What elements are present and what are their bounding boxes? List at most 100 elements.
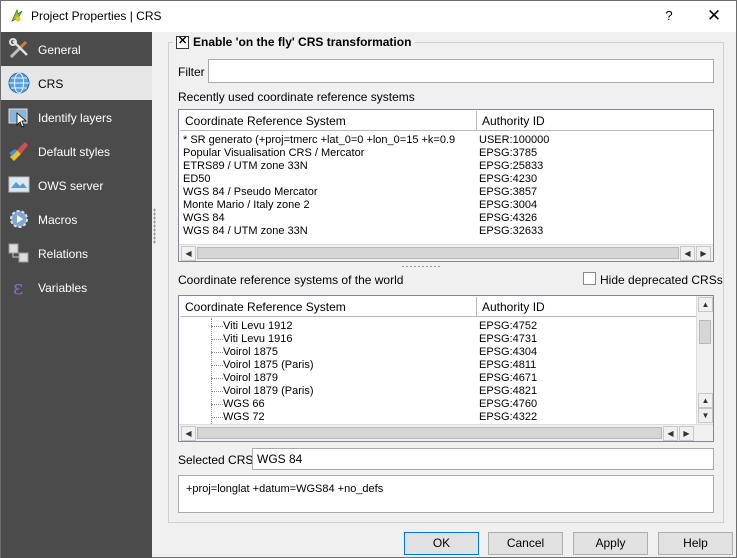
filter-input[interactable] — [208, 59, 714, 83]
recent-row-id[interactable]: EPSG:25833 — [479, 160, 543, 173]
recent-row-name[interactable]: ED50 — [183, 173, 475, 186]
recent-row-id[interactable]: EPSG:3857 — [479, 186, 537, 199]
svg-text:ε: ε — [13, 275, 23, 299]
splitter-handle[interactable] — [153, 208, 156, 244]
sidebar-item-crs[interactable]: CRS — [1, 66, 152, 100]
scroll-down-icon[interactable]: ▼ — [698, 408, 713, 423]
scroll-left-icon[interactable]: ◀ — [181, 426, 196, 441]
world-row-id[interactable]: EPSG:4760 — [479, 398, 537, 411]
window-title: Project Properties | CRS — [31, 9, 162, 23]
tree-connector — [211, 417, 223, 418]
otf-label: Enable 'on the fly' CRS transformation — [193, 35, 412, 49]
scroll-thumb[interactable] — [699, 320, 711, 344]
world-row-name[interactable]: Voirol 1879 — [223, 372, 278, 385]
world-header-authority[interactable]: Authority ID — [477, 297, 696, 317]
sidebar-item-variables[interactable]: ε Variables — [1, 270, 152, 304]
recent-row-name[interactable]: WGS 84 / UTM zone 33N — [183, 225, 475, 238]
close-button[interactable]: ✕ — [699, 3, 729, 29]
sidebar-item-default-styles[interactable]: Default styles — [1, 134, 152, 168]
cancel-button[interactable]: Cancel — [488, 532, 563, 555]
recent-row-id[interactable]: EPSG:3004 — [479, 199, 537, 212]
sidebar-item-general[interactable]: General — [1, 32, 152, 66]
recent-row-name[interactable]: Popular Visualisation CRS / Mercator — [183, 147, 475, 160]
world-row-name[interactable]: Viti Levu 1916 — [223, 333, 293, 346]
sidebar-item-label: General — [38, 43, 81, 57]
tree-guide — [211, 318, 212, 424]
otf-group-title[interactable]: Enable 'on the fly' CRS transformation — [173, 34, 415, 51]
filter-label: Filter — [178, 65, 205, 79]
gear-play-icon — [10, 210, 28, 228]
world-vscroll[interactable]: ▲ ▲ ▼ — [696, 296, 713, 424]
scroll-right-icon[interactable]: ▶ — [696, 246, 711, 261]
tree-connector — [211, 339, 223, 340]
sidebar-item-ows-server[interactable]: OWS server — [1, 168, 152, 202]
recent-row-id[interactable]: EPSG:4326 — [479, 212, 537, 225]
otf-checkbox[interactable] — [176, 34, 189, 49]
table-splitter-handle[interactable] — [401, 265, 441, 268]
scroll-right-icon[interactable]: ▶ — [679, 426, 694, 441]
world-row-id[interactable]: EPSG:4322 — [479, 411, 537, 424]
recent-row-name[interactable]: WGS 84 — [183, 212, 475, 225]
world-row-id[interactable]: EPSG:4671 — [479, 372, 537, 385]
qgis-logo-icon — [11, 8, 23, 22]
wrench-screwdriver-icon — [9, 38, 28, 59]
tree-connector — [211, 404, 223, 405]
proj-string-box[interactable]: +proj=longlat +datum=WGS84 +no_defs — [178, 475, 714, 513]
sidebar-item-label: Identify layers — [38, 111, 113, 125]
recent-row-name[interactable]: WGS 84 / Pseudo Mercator — [183, 186, 475, 199]
sidebar-item-macros[interactable]: Macros — [1, 202, 152, 236]
help-button[interactable]: Help — [658, 532, 733, 555]
recent-row-id[interactable]: USER:100000 — [479, 134, 549, 147]
world-row-name[interactable]: Viti Levu 1912 — [223, 320, 293, 333]
scroll-up-icon[interactable]: ▲ — [698, 297, 713, 312]
world-row-name[interactable]: WGS 66 — [223, 398, 265, 411]
tree-connector — [211, 391, 223, 392]
recent-row-name[interactable]: Monte Mario / Italy zone 2 — [183, 199, 475, 212]
world-row-id[interactable]: EPSG:4304 — [479, 346, 537, 359]
world-crs-label: Coordinate reference systems of the worl… — [178, 273, 404, 287]
selected-crs-field[interactable] — [252, 448, 714, 470]
proj-string-text: +proj=longlat +datum=WGS84 +no_defs — [186, 483, 384, 495]
scroll-thumb[interactable] — [197, 427, 662, 439]
world-row-name[interactable]: Voirol 1875 — [223, 346, 278, 359]
recent-row-name[interactable]: ETRS89 / UTM zone 33N — [183, 160, 475, 173]
tree-connector — [211, 352, 223, 353]
hide-deprecated-checkbox[interactable] — [583, 272, 596, 285]
recent-row-name[interactable]: * SR generato (+proj=tmerc +lat_0=0 +lon… — [183, 134, 475, 147]
sidebar-item-label: OWS server — [38, 179, 104, 193]
epsilon-icon: ε — [13, 275, 23, 299]
recent-row-id[interactable]: EPSG:32633 — [479, 225, 543, 238]
world-row-name[interactable]: WGS 72 — [223, 411, 265, 424]
ok-button[interactable]: OK — [404, 532, 479, 555]
sidebar-item-label: Default styles — [38, 145, 111, 159]
recent-header-authority[interactable]: Authority ID — [477, 111, 713, 131]
tree-connector — [211, 326, 223, 327]
help-title-button[interactable]: ? — [657, 3, 681, 29]
world-row-id[interactable]: EPSG:4821 — [479, 385, 537, 398]
world-hscroll[interactable]: ◀ ◀ ▶ — [179, 424, 713, 441]
scroll-left-icon[interactable]: ◀ — [663, 426, 678, 441]
world-row-id[interactable]: EPSG:4811 — [479, 359, 536, 372]
world-row-id[interactable]: EPSG:4731 — [479, 333, 537, 346]
identify-cursor-icon — [8, 108, 28, 128]
scroll-down-icon[interactable]: ▲ — [698, 393, 713, 408]
recent-crs-label: Recently used coordinate reference syste… — [178, 90, 415, 104]
world-header-crs[interactable]: Coordinate Reference System — [180, 297, 477, 317]
scroll-left-icon[interactable]: ◀ — [181, 246, 196, 261]
scroll-thumb[interactable] — [197, 247, 679, 259]
sidebar-item-relations[interactable]: Relations — [1, 236, 152, 270]
relations-table-icon — [8, 243, 29, 263]
apply-button[interactable]: Apply — [573, 532, 648, 555]
tree-connector — [211, 378, 223, 379]
recent-header-crs[interactable]: Coordinate Reference System — [180, 111, 477, 131]
hide-deprecated-label: Hide deprecated CRSs — [600, 273, 723, 287]
scroll-left-icon[interactable]: ◀ — [680, 246, 695, 261]
world-row-name[interactable]: Voirol 1875 (Paris) — [223, 359, 314, 372]
recent-hscroll[interactable]: ◀ ◀ ▶ — [179, 244, 713, 261]
paint-brush-icon — [9, 142, 28, 161]
world-row-id[interactable]: EPSG:4752 — [479, 320, 537, 333]
sidebar-item-identify-layers[interactable]: Identify layers — [1, 100, 152, 134]
world-row-name[interactable]: Voirol 1879 (Paris) — [223, 385, 314, 398]
recent-row-id[interactable]: EPSG:3785 — [479, 147, 537, 160]
recent-row-id[interactable]: EPSG:4230 — [479, 173, 537, 186]
